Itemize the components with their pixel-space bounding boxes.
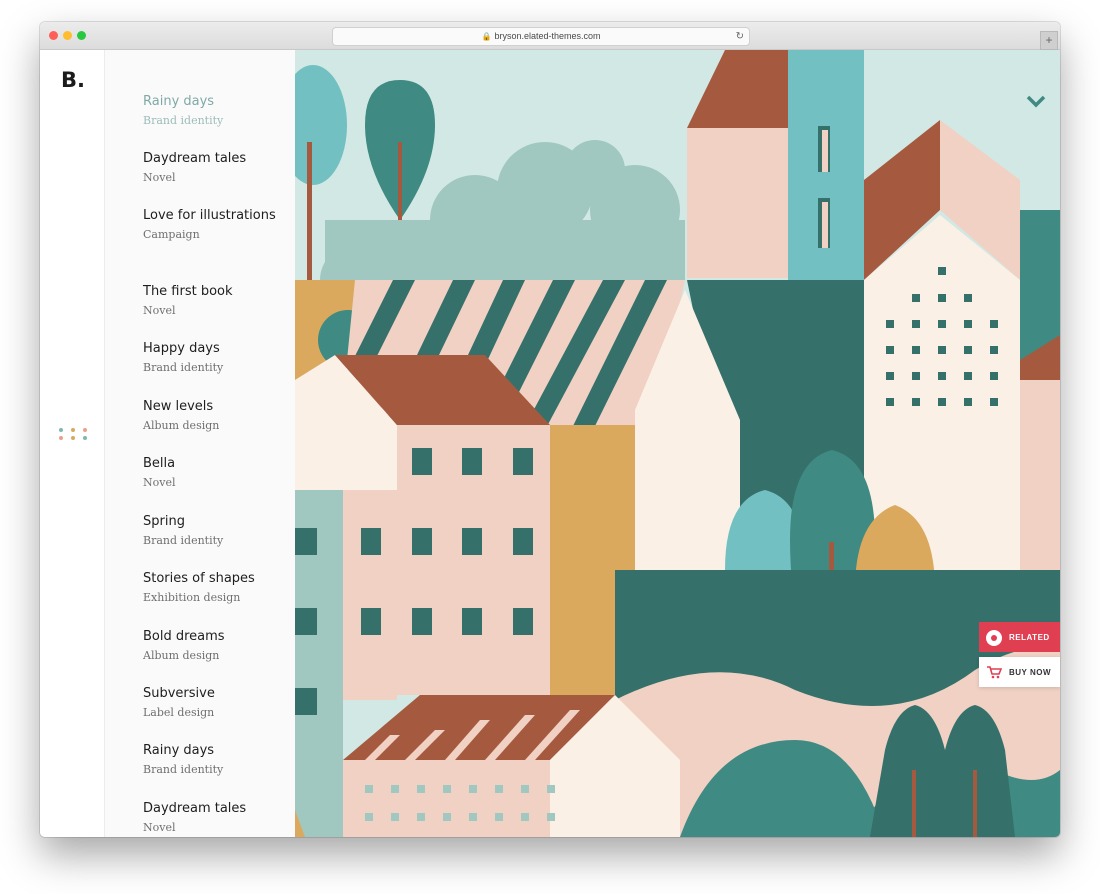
menu-item-subtitle: Album design — [143, 649, 220, 662]
menu-item-subtitle: Novel — [143, 171, 176, 184]
site-logo[interactable]: B. — [61, 68, 85, 92]
menu-item[interactable]: Daydream tales Novel — [143, 150, 283, 186]
menu-item-title: New levels — [143, 399, 214, 414]
minimize-window-button[interactable] — [63, 31, 72, 40]
related-button[interactable]: RELATED — [979, 622, 1060, 652]
menu-item-title: Subversive — [143, 686, 215, 701]
menu-item[interactable]: Happy days Brand identity — [143, 340, 283, 376]
menu-item[interactable]: Subversive Label design — [143, 685, 283, 721]
menu-item[interactable]: Love for illustrations Campaign — [143, 207, 283, 243]
menu-item[interactable]: Rainy days Brand identity — [143, 93, 283, 129]
menu-item[interactable]: Stories of shapes Exhibition design — [143, 570, 283, 606]
zoom-window-button[interactable] — [77, 31, 86, 40]
menu-item-title: Stories of shapes — [143, 571, 255, 586]
left-rail: B. — [40, 50, 105, 837]
menu-item-subtitle: Brand identity — [143, 763, 224, 776]
close-window-button[interactable] — [49, 31, 58, 40]
buy-now-label: BUY NOW — [1009, 668, 1052, 677]
lock-icon: 🔒 — [481, 32, 492, 41]
menu-item-subtitle: Brand identity — [143, 114, 224, 127]
menu-item-title: Daydream tales — [143, 151, 247, 166]
menu-item-subtitle: Campaign — [143, 228, 200, 241]
dots-grid-icon[interactable] — [59, 428, 87, 442]
reload-icon[interactable]: ↻ — [736, 28, 744, 45]
menu-item-subtitle: Novel — [143, 821, 176, 834]
menu-item[interactable]: New levels Album design — [143, 398, 283, 434]
menu-item-title: Love for illustrations — [143, 208, 276, 223]
menu-item-title: The first book — [143, 284, 233, 299]
address-bar[interactable]: 🔒 bryson.elated-themes.com ↻ — [332, 27, 750, 46]
browser-titlebar: 🔒 bryson.elated-themes.com ↻ + — [40, 22, 1060, 50]
menu-item-subtitle: Novel — [143, 476, 176, 489]
menu-item[interactable]: The first book Novel — [143, 283, 283, 319]
city-illustration — [295, 50, 1060, 837]
menu-item-subtitle: Label design — [143, 706, 215, 719]
menu-item-subtitle: Novel — [143, 304, 176, 317]
menu-item-subtitle: Exhibition design — [143, 591, 241, 604]
menu-item-subtitle: Brand identity — [143, 361, 224, 374]
buy-now-button[interactable]: BUY NOW — [979, 657, 1060, 687]
menu-item[interactable]: Rainy days Brand identity — [143, 742, 283, 778]
menu-item-title: Bold dreams — [143, 629, 225, 644]
menu-item[interactable]: Daydream tales Novel — [143, 800, 283, 836]
menu-item-title: Daydream tales — [143, 801, 247, 816]
url-text: bryson.elated-themes.com — [494, 31, 601, 41]
chevron-down-icon[interactable] — [1026, 94, 1046, 108]
menu-item-title: Bella — [143, 456, 176, 471]
page-viewport: B. Rainy days Brand identity Daydream tale… — [40, 50, 1060, 837]
target-icon — [986, 630, 1002, 646]
menu-item[interactable]: Spring Brand identity — [143, 513, 283, 549]
cart-icon — [987, 666, 1002, 679]
related-label: RELATED — [1009, 633, 1050, 642]
menu-item[interactable]: Bella Novel — [143, 455, 283, 491]
menu-item-title: Rainy days — [143, 94, 215, 109]
portfolio-menu: Rainy days Brand identity Daydream tales No… — [105, 50, 295, 837]
plus-icon[interactable]: + — [1040, 31, 1058, 50]
menu-item-title: Happy days — [143, 341, 220, 356]
browser-window: 🔒 bryson.elated-themes.com ↻ + B. Rainy d… — [40, 22, 1060, 837]
menu-item-title: Spring — [143, 514, 185, 529]
menu-item-title: Rainy days — [143, 743, 215, 758]
menu-item-subtitle: Album design — [143, 419, 220, 432]
menu-item[interactable]: Bold dreams Album design — [143, 628, 283, 664]
menu-item-subtitle: Brand identity — [143, 534, 224, 547]
